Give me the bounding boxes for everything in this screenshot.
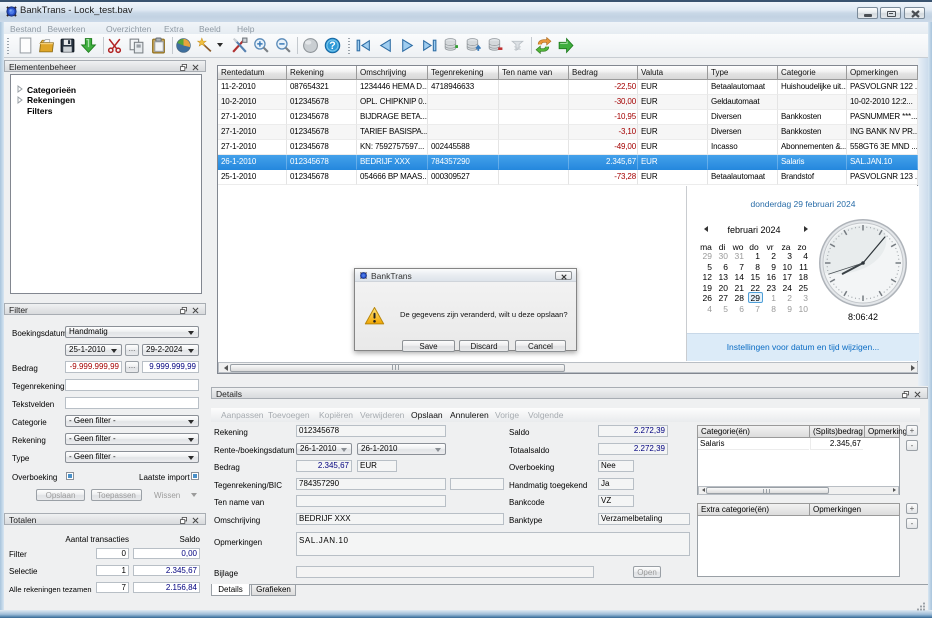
svg-text:?: ? (329, 40, 335, 52)
